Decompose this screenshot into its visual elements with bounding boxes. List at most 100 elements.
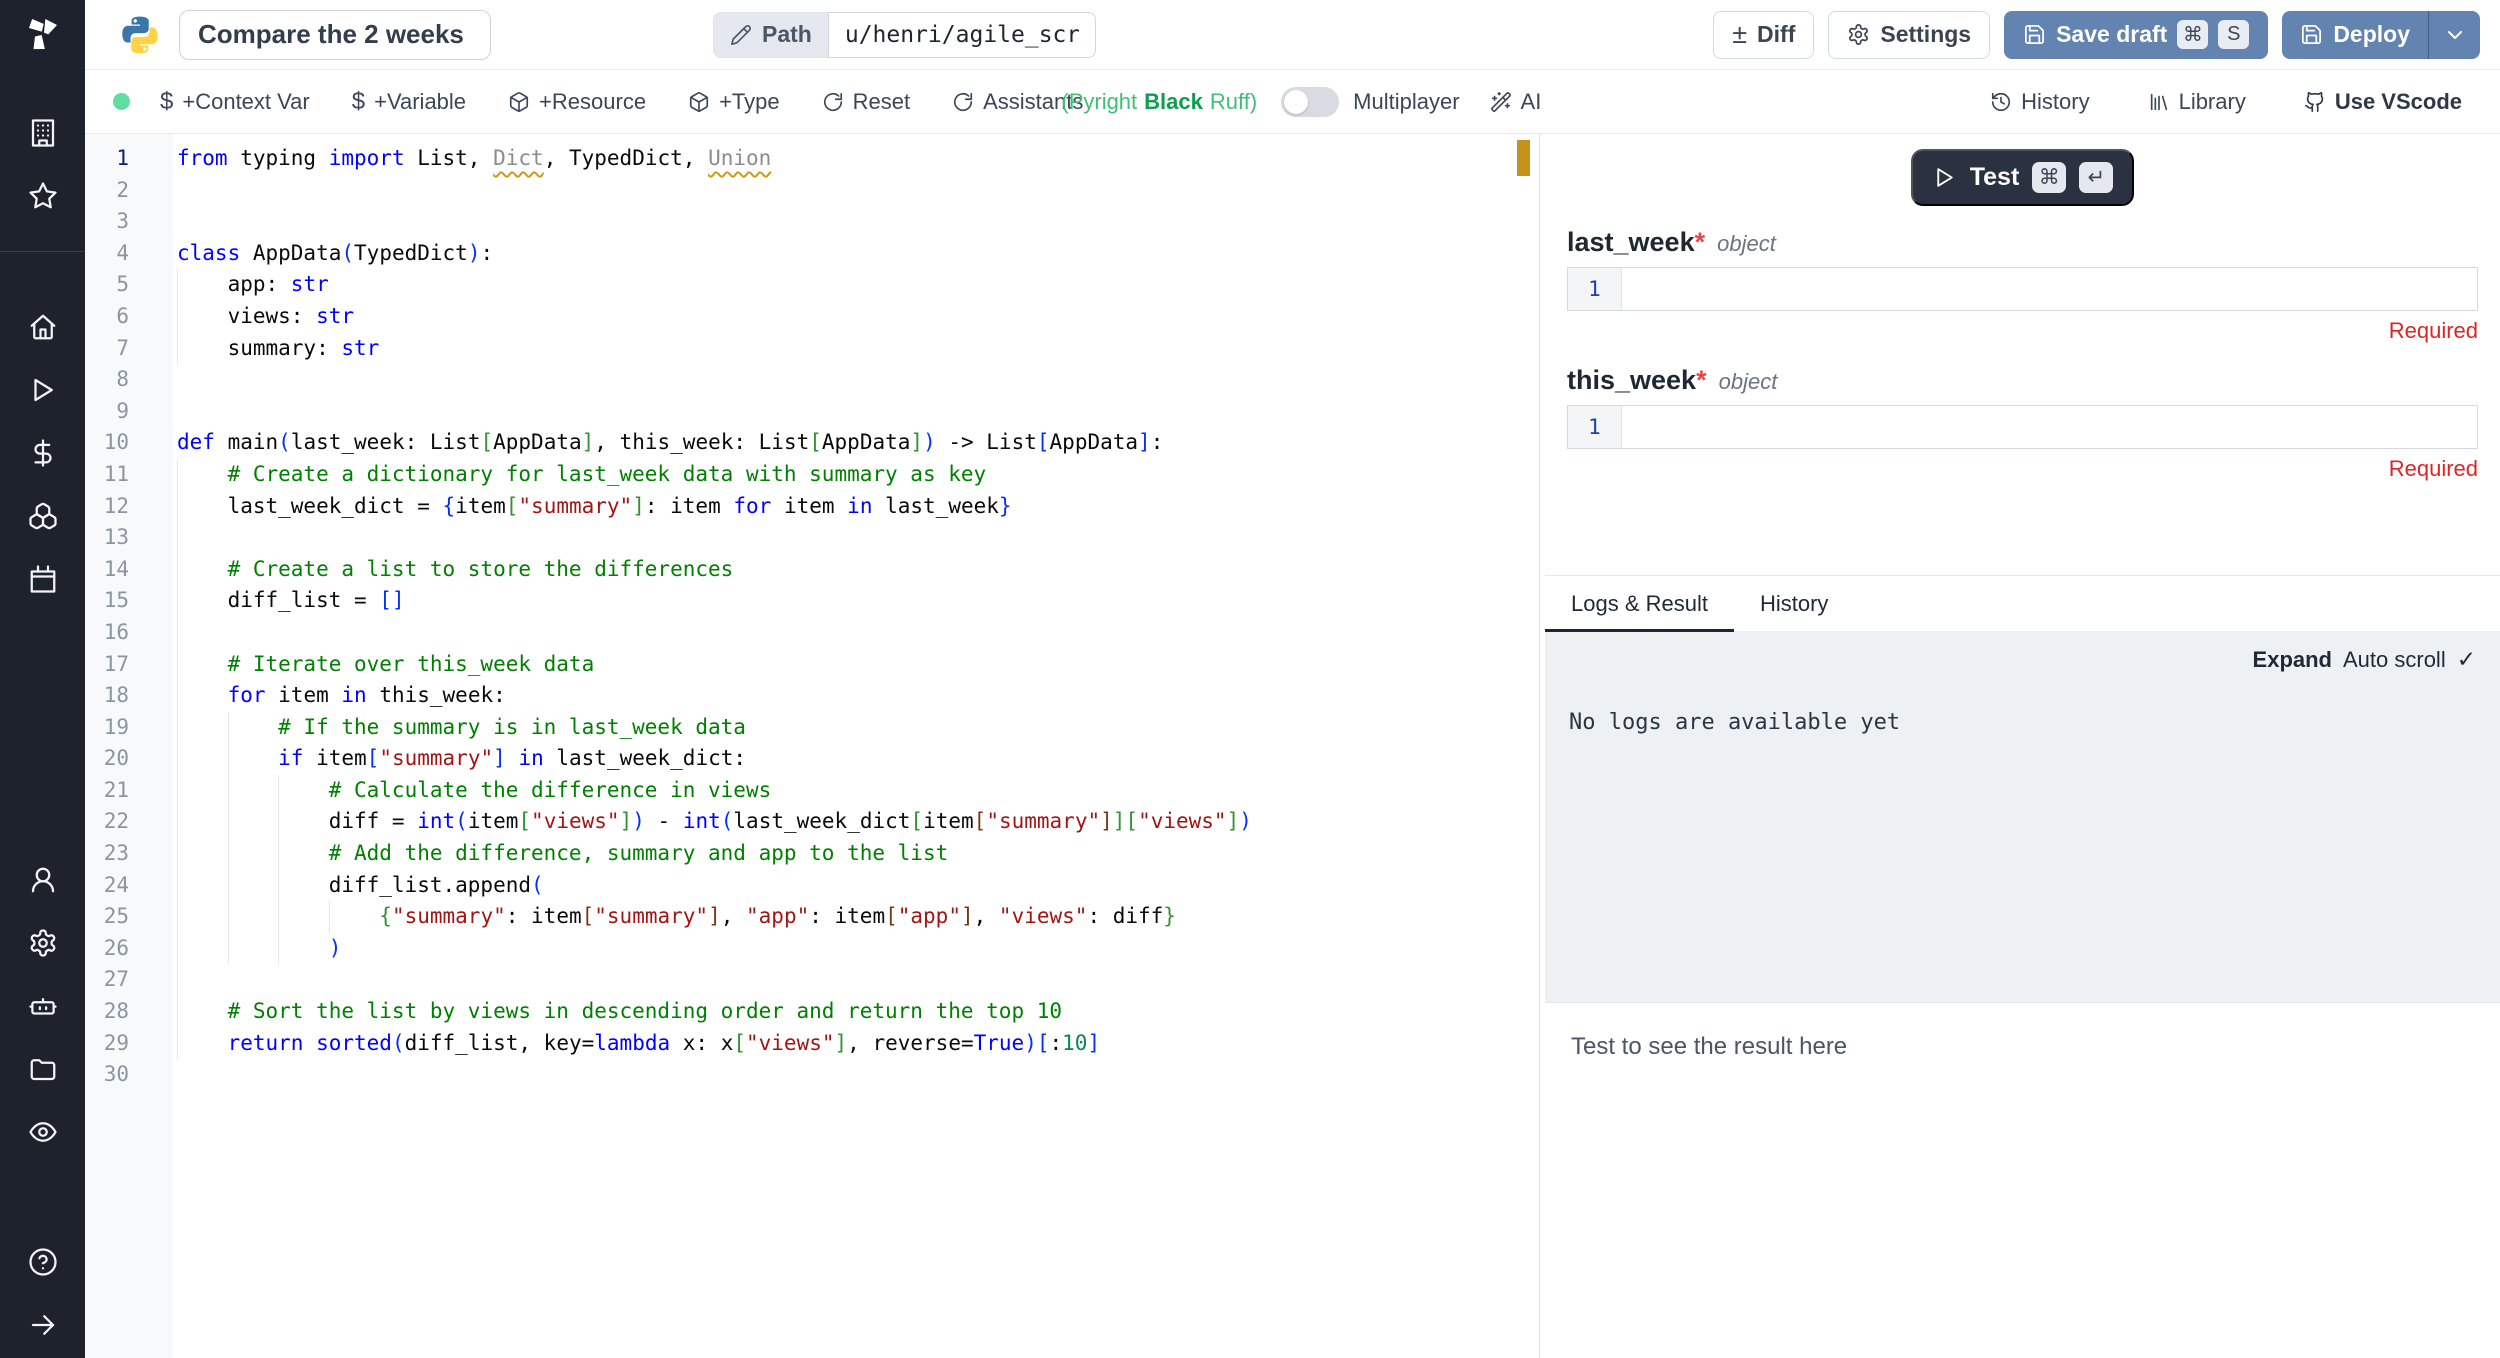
code-token: [ <box>506 494 519 518</box>
code-token: ] <box>1227 809 1240 833</box>
code-line[interactable]: app: str <box>173 269 1539 301</box>
line-number: 1 <box>85 143 173 175</box>
code-line[interactable]: ) <box>173 933 1539 965</box>
code-line[interactable]: # Iterate over this_week data <box>173 649 1539 681</box>
pencil-icon <box>730 24 752 46</box>
sidebar-item-workers[interactable] <box>20 983 66 1029</box>
json-input-body[interactable] <box>1622 406 2477 448</box>
windmill-logo-icon[interactable] <box>19 10 67 58</box>
code-line[interactable] <box>173 617 1539 649</box>
code-line[interactable]: diff_list = [] <box>173 585 1539 617</box>
code-line[interactable]: {"summary": item["summary"], "app": item… <box>173 901 1539 933</box>
code-line[interactable]: views: str <box>173 301 1539 333</box>
toolbar-item-library[interactable]: Library <box>2148 89 2246 115</box>
code-token: last_week <box>872 494 998 518</box>
topbar-actions: ± Diff Settings Save draft ⌘ S Deploy <box>1713 11 2480 59</box>
code-line[interactable]: # If the summary is in last_week data <box>173 712 1539 744</box>
code-line[interactable]: # Create a dictionary for last_week data… <box>173 459 1539 491</box>
sidebar-item-home[interactable] <box>20 304 66 350</box>
code-line[interactable] <box>173 522 1539 554</box>
toolbar-item-context-var[interactable]: $+Context Var <box>160 88 310 116</box>
toolbar-item-reset[interactable]: Reset <box>822 89 910 115</box>
code-line[interactable] <box>173 1059 1539 1091</box>
test-button[interactable]: Test ⌘ ↵ <box>1911 149 2135 206</box>
tab-history[interactable]: History <box>1734 576 1854 631</box>
code-line[interactable]: from typing import List, Dict, TypedDict… <box>173 143 1539 175</box>
code-line[interactable]: # Calculate the difference in views <box>173 775 1539 807</box>
code-line[interactable]: return sorted(diff_list, key=lambda x: x… <box>173 1028 1539 1060</box>
indent-guide <box>177 838 178 870</box>
code-line[interactable]: def main(last_week: List[AppData], this_… <box>173 427 1539 459</box>
editor-code-area[interactable]: from typing import List, Dict, TypedDict… <box>173 134 1539 1358</box>
ai-button[interactable]: AI <box>1490 89 1542 115</box>
sidebar-item-schedules[interactable] <box>20 556 66 602</box>
code-line[interactable]: last_week_dict = {item["summary"]: item … <box>173 491 1539 523</box>
code-token: item <box>266 683 342 707</box>
sidebar-item-users[interactable] <box>20 857 66 903</box>
code-token: } <box>1163 904 1176 928</box>
sidebar-item-help[interactable] <box>20 1239 66 1285</box>
arg-json-input-last_week[interactable]: 1 <box>1567 267 2478 311</box>
script-title-input[interactable] <box>179 10 491 60</box>
refresh-icon <box>952 91 974 113</box>
toolbar-item-history[interactable]: History <box>1990 89 2089 115</box>
code-token: # Create a list to store the differences <box>177 557 733 581</box>
code-token: "views" <box>531 809 620 833</box>
arg-json-input-this_week[interactable]: 1 <box>1567 405 2478 449</box>
tab-logs-result[interactable]: Logs & Result <box>1545 576 1734 631</box>
toolbar-item-type[interactable]: +Type <box>688 89 780 115</box>
sidebar-item-favorites[interactable] <box>20 173 66 219</box>
code-line[interactable] <box>173 364 1539 396</box>
plus-minus-icon: ± <box>1732 21 1747 48</box>
sidebar-nav-group <box>20 252 66 602</box>
json-input-body[interactable] <box>1622 268 2477 310</box>
autoscroll-label: Auto scroll <box>2343 647 2446 673</box>
code-line[interactable]: summary: str <box>173 333 1539 365</box>
toolbar-item-use-vscode[interactable]: Use VScode <box>2304 89 2462 115</box>
settings-button[interactable]: Settings <box>1828 11 1990 59</box>
code-line[interactable]: # Create a list to store the differences <box>173 554 1539 586</box>
code-token: [] <box>379 588 404 612</box>
script-path-input[interactable] <box>828 12 1096 58</box>
code-line[interactable] <box>173 964 1539 996</box>
deploy-options-button[interactable] <box>2428 11 2480 59</box>
code-line[interactable]: # Add the difference, summary and app to… <box>173 838 1539 870</box>
code-token: : item <box>809 904 885 928</box>
sidebar-item-workspace[interactable] <box>20 110 66 156</box>
run-panel: Test ⌘ ↵ last_week* object 1 Required th… <box>1545 134 2500 1358</box>
sidebar-item-resources[interactable] <box>20 493 66 539</box>
code-line[interactable] <box>173 175 1539 207</box>
path-edit-button[interactable]: Path <box>713 12 828 58</box>
code-line[interactable] <box>173 206 1539 238</box>
code-line[interactable]: if item["summary"] in last_week_dict: <box>173 743 1539 775</box>
sidebar-item-expand-sidebar[interactable] <box>20 1302 66 1348</box>
sidebar-item-folders[interactable] <box>20 1046 66 1092</box>
code-line[interactable] <box>173 396 1539 428</box>
sidebar-item-runs[interactable] <box>20 367 66 413</box>
autoscroll-checkbox[interactable]: ✓ <box>2457 646 2476 673</box>
code-token: , TypedDict, <box>544 146 708 170</box>
toolbar-item-resource[interactable]: +Resource <box>508 89 646 115</box>
code-line[interactable]: diff = int(item["views"]) - int(last_wee… <box>173 806 1539 838</box>
sidebar-item-audit-logs[interactable] <box>20 1109 66 1155</box>
code-line[interactable]: diff_list.append( <box>173 870 1539 902</box>
deploy-button[interactable]: Deploy <box>2282 11 2428 59</box>
dollar-icon <box>28 438 58 468</box>
sidebar-item-settings[interactable] <box>20 920 66 966</box>
code-token: "summary" <box>379 746 493 770</box>
indent-guide <box>177 269 178 301</box>
save-draft-button[interactable]: Save draft ⌘ S <box>2004 11 2268 59</box>
sidebar-item-variables[interactable] <box>20 430 66 476</box>
line-number: 29 <box>85 1028 173 1060</box>
diff-button[interactable]: ± Diff <box>1713 11 1814 59</box>
multiplayer-toggle[interactable] <box>1281 87 1339 117</box>
code-token <box>506 746 519 770</box>
code-editor[interactable]: 1234567891011121314151617181920212223242… <box>85 134 1539 1358</box>
expand-button[interactable]: Expand <box>2253 647 2332 673</box>
code-token: { <box>443 494 456 518</box>
code-line[interactable]: # Sort the list by views in descending o… <box>173 996 1539 1028</box>
line-number: 14 <box>85 554 173 586</box>
code-line[interactable]: for item in this_week: <box>173 680 1539 712</box>
toolbar-item-variable[interactable]: $+Variable <box>352 88 466 116</box>
code-line[interactable]: class AppData(TypedDict): <box>173 238 1539 270</box>
